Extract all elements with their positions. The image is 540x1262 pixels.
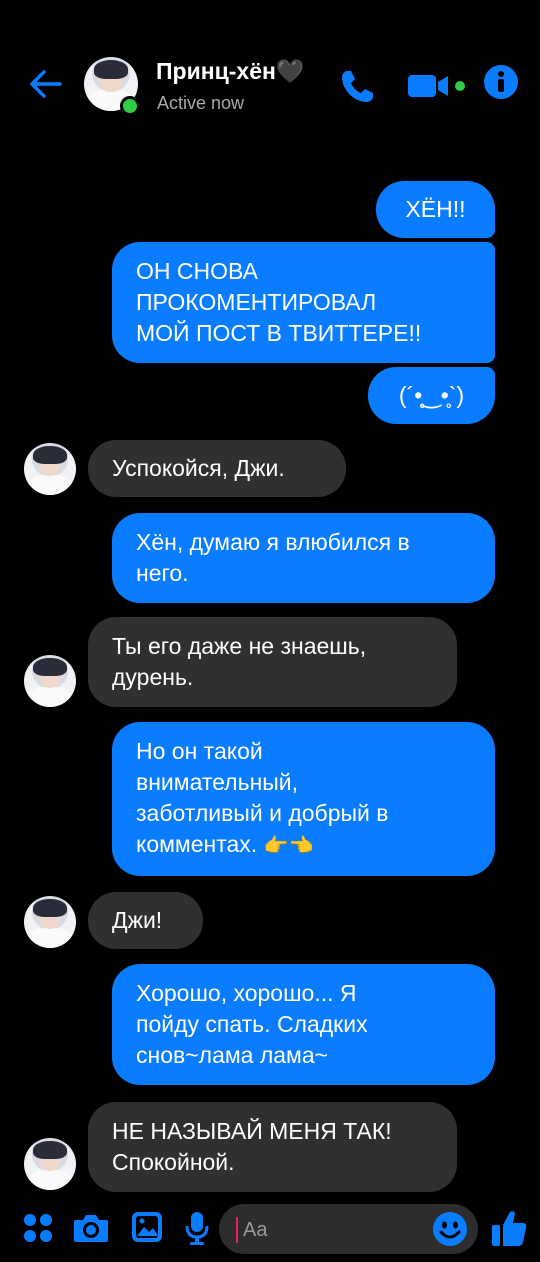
call-button[interactable] bbox=[338, 66, 378, 106]
message-text-line: ОН СНОВА bbox=[136, 258, 258, 284]
contact-name[interactable]: Принц-хён🖤 bbox=[156, 58, 305, 85]
active-status: Active now bbox=[157, 93, 245, 113]
message-text-line: заботливый и добрый в bbox=[136, 800, 389, 826]
back-arrow-icon bbox=[30, 70, 62, 98]
message-sent[interactable]: Хён, думаю я влюбился в него. bbox=[112, 513, 495, 603]
message-text-line: НЕ НАЗЫВАЙ МЕНЯ ТАК! bbox=[112, 1118, 392, 1144]
apps-button[interactable] bbox=[22, 1212, 54, 1244]
video-call-button[interactable] bbox=[406, 70, 470, 102]
message-text-line: внимательный, bbox=[136, 769, 299, 795]
message-composer bbox=[0, 1196, 540, 1262]
gallery-button[interactable] bbox=[130, 1210, 164, 1244]
message-sent[interactable]: Но он такой внимательный, заботливый и д… bbox=[112, 722, 495, 876]
message-text-line: Спокойной. bbox=[112, 1149, 235, 1175]
contact-avatar-small[interactable] bbox=[24, 443, 76, 495]
video-camera-icon bbox=[408, 75, 465, 97]
message-text-line: МОЙ ПОСТ В ТВИТТЕРЕ!! bbox=[136, 320, 422, 346]
online-indicator bbox=[120, 96, 140, 116]
message-received[interactable]: Джи! bbox=[88, 892, 203, 949]
message-text-line: него. bbox=[136, 560, 189, 586]
message-sent[interactable]: Хорошо, хорошо... Я пойду спать. Сладких… bbox=[112, 964, 495, 1085]
phone-icon bbox=[342, 71, 373, 102]
contact-avatar-small[interactable] bbox=[24, 896, 76, 948]
message-input[interactable] bbox=[241, 1210, 425, 1250]
message-received[interactable]: Ты его даже не знаешь, дурень. bbox=[88, 617, 457, 707]
microphone-icon bbox=[185, 1212, 209, 1245]
message-text-line: снов~лама лама~ bbox=[136, 1042, 329, 1068]
message-received[interactable]: НЕ НАЗЫВАЙ МЕНЯ ТАК! Спокойной. bbox=[88, 1102, 457, 1192]
message-text-line: ПРОКОМЕНТИРОВАЛ bbox=[136, 289, 377, 315]
info-icon bbox=[484, 65, 518, 99]
thumbs-up-icon bbox=[492, 1211, 527, 1246]
chat-header: Принц-хён🖤 Active now bbox=[0, 40, 540, 130]
pointing-fingers-emoji: 👉👈 bbox=[263, 835, 314, 857]
message-sent[interactable]: ОН СНОВА ПРОКОМЕНТИРОВАЛ МОЙ ПОСТ В ТВИТ… bbox=[112, 242, 495, 363]
text-caret bbox=[236, 1217, 238, 1243]
message-text: ХЁН!! bbox=[405, 196, 466, 222]
emoji-icon bbox=[433, 1212, 467, 1246]
back-button[interactable] bbox=[24, 62, 68, 106]
apps-icon bbox=[24, 1214, 52, 1242]
message-text-line: дурень. bbox=[112, 664, 194, 690]
message-text-line: пойду спать. Сладких bbox=[136, 1011, 368, 1037]
image-icon bbox=[132, 1212, 162, 1242]
message-text: Джи! bbox=[112, 907, 163, 933]
message-text-line: комментах. 👉👈 bbox=[136, 829, 313, 862]
contact-avatar-small[interactable] bbox=[24, 655, 76, 707]
like-button[interactable] bbox=[490, 1208, 528, 1248]
chat-screen: Принц-хён🖤 Active now ХЁН!! ОН СНОВА ПРО… bbox=[0, 0, 540, 1262]
message-sent[interactable]: ХЁН!! bbox=[376, 181, 495, 238]
message-text-line: Хорошо, хорошо... Я bbox=[136, 980, 357, 1006]
message-text: (´•̥‿•̥`) bbox=[398, 382, 465, 408]
message-input-field[interactable] bbox=[219, 1204, 478, 1254]
message-text-line: Но он такой bbox=[136, 738, 263, 764]
message-sent[interactable]: (´•̥‿•̥`) bbox=[368, 367, 495, 424]
message-text: Успокойся, Джи. bbox=[112, 455, 285, 481]
message-text-line: Ты его даже не знаешь, bbox=[112, 633, 367, 659]
emoji-button[interactable] bbox=[432, 1211, 468, 1247]
message-text-line: Хён, думаю я влюбился в bbox=[136, 529, 410, 555]
camera-icon bbox=[74, 1215, 108, 1242]
voice-message-button[interactable] bbox=[185, 1210, 209, 1246]
camera-button[interactable] bbox=[72, 1210, 110, 1246]
message-received[interactable]: Успокойся, Джи. bbox=[88, 440, 346, 497]
info-button[interactable] bbox=[483, 64, 519, 100]
contact-avatar-small[interactable] bbox=[24, 1138, 76, 1190]
